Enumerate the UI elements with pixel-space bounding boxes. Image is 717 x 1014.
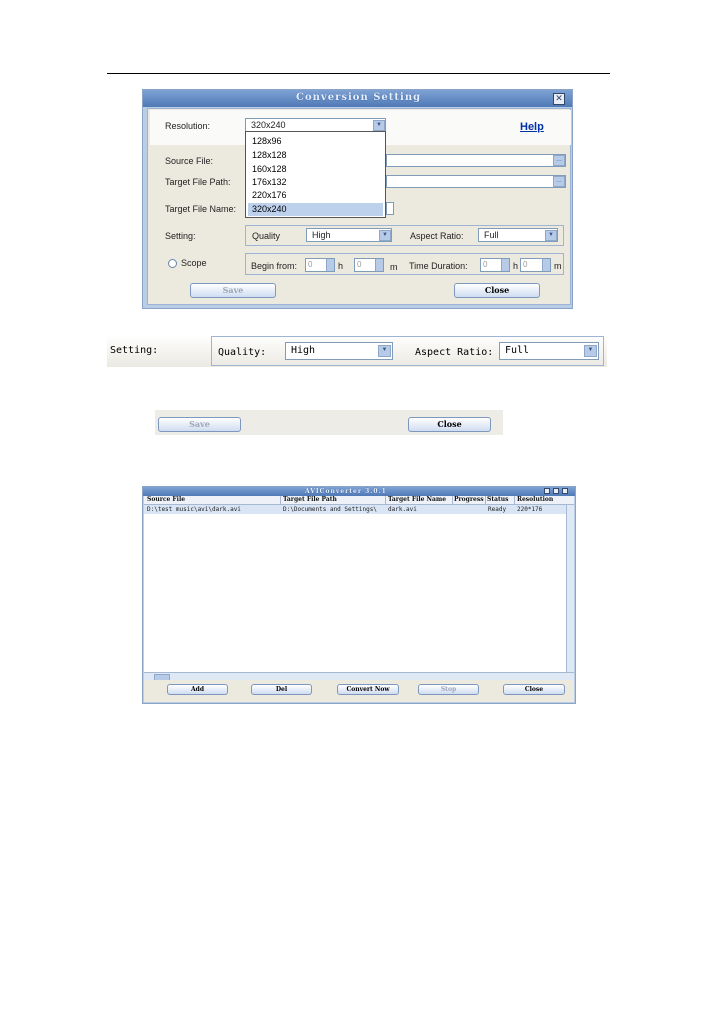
resolution-option[interactable]: 128x96 xyxy=(248,135,383,148)
aspect-value: Full xyxy=(505,345,530,356)
stop-button[interactable]: Stop xyxy=(418,684,479,695)
duration-minutes-value: 0 xyxy=(523,260,528,269)
page-rule xyxy=(107,73,610,74)
target-name-label: Target File Name: xyxy=(165,204,237,214)
resolution-label: Resolution: xyxy=(165,121,211,131)
window-title: Conversion Setting xyxy=(296,92,422,103)
resolution-select[interactable]: 320x240 ▼ xyxy=(245,118,386,132)
horizontal-scrollbar[interactable] xyxy=(144,672,574,681)
quality-label: Quality xyxy=(252,231,281,241)
target-path-cell: D:\Documents and Settings\ xyxy=(283,506,377,513)
hours-unit: h xyxy=(338,261,344,271)
source-file-label: Source File: xyxy=(165,156,214,166)
aspect-label: Aspect Ratio: xyxy=(415,347,494,358)
spin-arrows-icon[interactable] xyxy=(542,259,550,271)
duration-label: Time Duration: xyxy=(409,261,468,271)
aspect-label: Aspect Ratio: xyxy=(410,231,464,241)
browse-icon[interactable]: … xyxy=(553,155,565,166)
target-path-label: Target File Path: xyxy=(165,177,231,187)
column-separator[interactable] xyxy=(485,496,486,505)
column-header[interactable]: Source File xyxy=(147,496,185,504)
resolution-option[interactable]: 220x176 xyxy=(248,189,383,202)
aspect-select[interactable]: Full ▼ xyxy=(499,342,599,360)
file-table-header: Source File Target File Path Target File… xyxy=(144,496,574,505)
quality-select[interactable]: High ▼ xyxy=(306,228,392,242)
window-titlebar: Conversion Setting xyxy=(143,90,572,107)
resolution-option[interactable]: 128x128 xyxy=(248,149,383,162)
target-name-field[interactable] xyxy=(386,202,394,215)
chevron-down-icon[interactable]: ▼ xyxy=(379,230,391,241)
save-button[interactable]: Save xyxy=(190,283,276,298)
duration-hours-spinner[interactable]: 0 xyxy=(480,258,510,272)
maximize-icon[interactable] xyxy=(553,488,559,494)
column-separator[interactable] xyxy=(452,496,453,505)
quality-select[interactable]: High ▼ xyxy=(285,342,393,360)
duration-minutes-spinner[interactable]: 0 xyxy=(520,258,551,272)
minutes-unit: m xyxy=(390,262,398,272)
quality-value: High xyxy=(291,345,316,356)
minutes-unit: m xyxy=(554,261,562,271)
setting-label: Setting: xyxy=(165,231,196,241)
aspect-value: Full xyxy=(484,230,499,240)
column-header[interactable]: Progress xyxy=(454,496,484,504)
begin-hours-spinner[interactable]: 0 xyxy=(305,258,335,272)
minimize-icon[interactable] xyxy=(544,488,550,494)
setting-label: Setting: xyxy=(110,345,159,356)
chevron-down-icon[interactable]: ▼ xyxy=(545,230,557,241)
quality-label: Quality: xyxy=(218,347,267,358)
column-header[interactable]: Resolution xyxy=(517,496,553,504)
begin-minutes-value: 0 xyxy=(357,260,362,269)
resolution-dropdown-list: 128x96 128x128 160x128 176x132 220x176 3… xyxy=(245,131,386,218)
vertical-scrollbar[interactable] xyxy=(566,505,574,672)
aspect-select[interactable]: Full ▼ xyxy=(478,228,558,242)
help-link[interactable]: Help xyxy=(520,121,544,133)
del-button[interactable]: Del xyxy=(251,684,312,695)
file-list-area[interactable] xyxy=(144,514,566,672)
resolution-option[interactable]: 160x128 xyxy=(248,163,383,176)
chevron-down-icon[interactable]: ▼ xyxy=(373,120,385,131)
close-icon[interactable]: ✕ xyxy=(553,93,565,105)
column-header[interactable]: Target File Name xyxy=(388,496,446,504)
hours-unit: h xyxy=(513,261,519,271)
close-button[interactable]: Close xyxy=(408,417,491,432)
quality-value: High xyxy=(312,230,331,240)
scope-label: Scope xyxy=(181,258,207,268)
column-header[interactable]: Target File Path xyxy=(283,496,337,504)
begin-hours-value: 0 xyxy=(308,260,313,269)
scope-radio[interactable] xyxy=(168,259,177,268)
source-file-field[interactable]: … xyxy=(386,154,566,167)
begin-label: Begin from: xyxy=(251,261,298,271)
save-button[interactable]: Save xyxy=(158,417,241,432)
chevron-down-icon[interactable]: ▼ xyxy=(378,345,391,357)
begin-minutes-spinner[interactable]: 0 xyxy=(354,258,384,272)
duration-hours-value: 0 xyxy=(483,260,488,269)
add-button[interactable]: Add xyxy=(167,684,228,695)
resolution-option-selected[interactable]: 320x240 xyxy=(248,203,383,216)
resolution-value: 320x240 xyxy=(251,120,286,130)
resolution-option[interactable]: 176x132 xyxy=(248,176,383,189)
target-path-field[interactable]: … xyxy=(386,175,566,188)
window-title: AVIConverter 3.0.1 xyxy=(305,488,387,495)
window-titlebar: AVIConverter 3.0.1 xyxy=(143,487,575,496)
source-cell: D:\test music\avi\dark.avi xyxy=(147,506,241,513)
target-name-cell: dark.avi xyxy=(388,506,417,513)
spin-arrows-icon[interactable] xyxy=(326,259,334,271)
spin-arrows-icon[interactable] xyxy=(375,259,383,271)
status-cell: Ready xyxy=(488,506,507,513)
column-separator[interactable] xyxy=(514,496,515,505)
close-button[interactable]: Close xyxy=(503,684,565,695)
close-button[interactable]: Close xyxy=(454,283,540,298)
table-row[interactable]: D:\test music\avi\dark.avi D:\Documents … xyxy=(144,505,566,514)
spin-arrows-icon[interactable] xyxy=(501,259,509,271)
column-separator[interactable] xyxy=(280,496,281,505)
column-separator[interactable] xyxy=(385,496,386,505)
chevron-down-icon[interactable]: ▼ xyxy=(584,345,597,357)
resolution-cell: 220*176 xyxy=(517,506,543,513)
close-icon[interactable] xyxy=(562,488,568,494)
convert-now-button[interactable]: Convert Now xyxy=(337,684,399,695)
column-header[interactable]: Status xyxy=(487,496,509,504)
browse-icon[interactable]: … xyxy=(553,176,565,187)
